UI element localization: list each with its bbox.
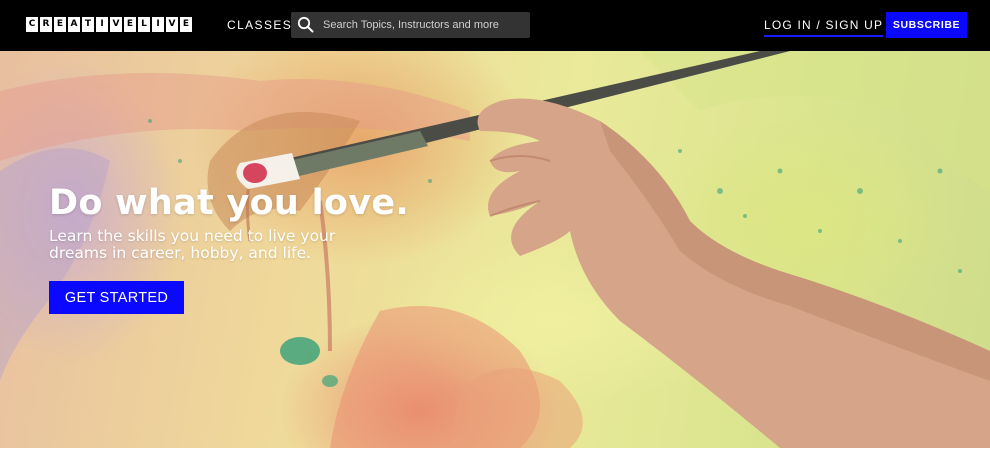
nav-classes-link[interactable]: CLASSES <box>227 17 292 33</box>
logo-letter: E <box>180 17 192 32</box>
hero-headline: Do what you love. <box>49 183 410 223</box>
hero-banner: Do what you love. Learn the skills you n… <box>0 51 990 448</box>
logo-letter: E <box>124 17 136 32</box>
search-icon[interactable] <box>297 16 314 33</box>
login-signup-link[interactable]: LOG IN / SIGN UP <box>764 17 884 37</box>
creativelive-logo[interactable]: C R E A T I V E L I V E <box>26 17 192 32</box>
logo-letter: I <box>152 17 164 32</box>
hero-subheadline: Learn the skills you need to live your d… <box>49 227 336 262</box>
subscribe-button[interactable]: SUBSCRIBE <box>886 12 967 38</box>
logo-letter: V <box>166 17 178 32</box>
logo-letter: L <box>138 17 150 32</box>
logo-letter: A <box>68 17 80 32</box>
logo-letter: R <box>40 17 52 32</box>
logo-letter: T <box>82 17 94 32</box>
search-bar[interactable] <box>291 12 530 38</box>
logo-letter: E <box>54 17 66 32</box>
search-input[interactable] <box>323 12 525 38</box>
logo-letter: C <box>26 17 38 32</box>
logo-letter: V <box>110 17 122 32</box>
top-navigation-bar: C R E A T I V E L I V E CLASSES LOG IN /… <box>0 0 990 51</box>
get-started-button[interactable]: GET STARTED <box>49 281 184 314</box>
logo-letter: I <box>96 17 108 32</box>
